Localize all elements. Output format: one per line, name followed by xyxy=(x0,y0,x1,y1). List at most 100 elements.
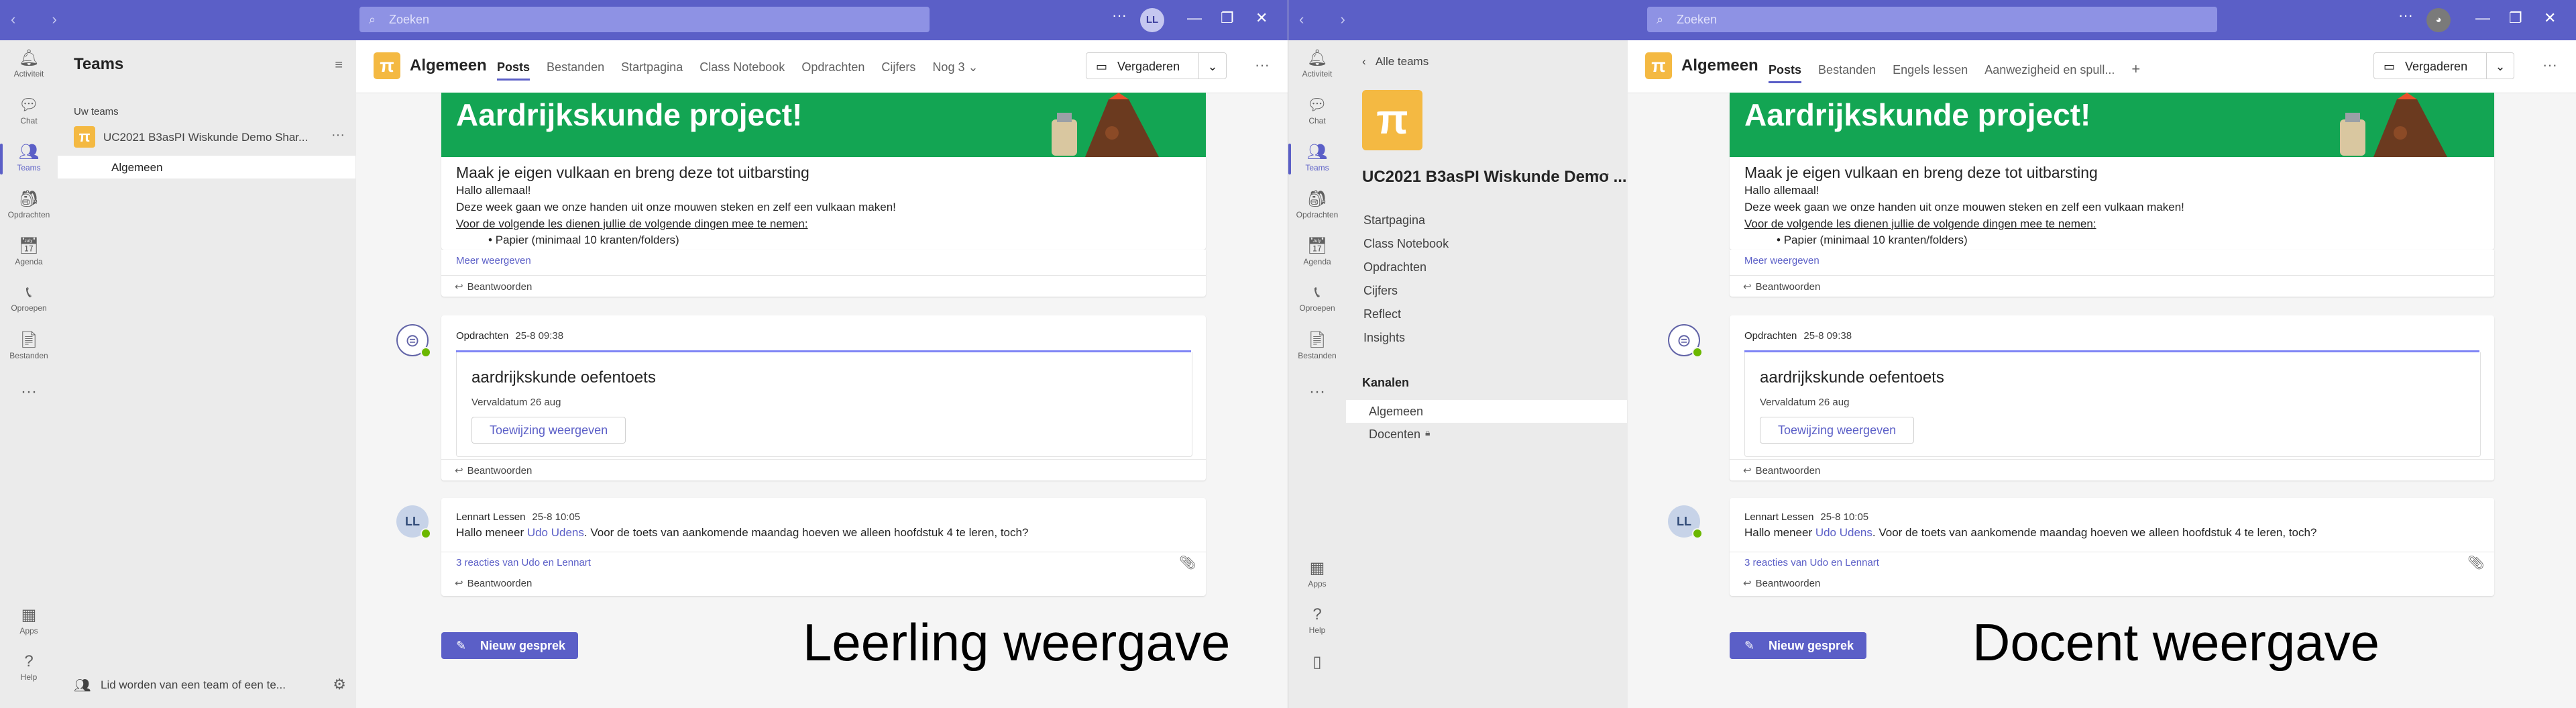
rail-item-oproepen[interactable]: 📞︎ Oproepen xyxy=(0,283,58,313)
tab-engels-lessen[interactable]: Engels lessen xyxy=(1893,63,1968,77)
reactions-link[interactable]: 3 reacties van Udo en Lennart xyxy=(1744,557,1879,568)
mobile-device-icon[interactable]: ▯ xyxy=(1288,652,1346,672)
view-assignment-button[interactable]: Toewijzing weergeven xyxy=(1760,417,1915,444)
show-more-link[interactable]: Meer weergeven xyxy=(456,255,531,266)
team-nav-cijfers[interactable]: Cijfers xyxy=(1363,284,1398,298)
settings-gear-icon[interactable]: ⚙ xyxy=(333,676,346,693)
restore-icon[interactable]: ❐ xyxy=(2509,9,2522,27)
rail-item-agenda[interactable]: 📅︎ Agenda xyxy=(1288,236,1346,266)
rail-more-apps[interactable]: ··· xyxy=(0,383,58,401)
reply-button[interactable]: ↩ Beantwoorden xyxy=(455,464,532,476)
rail-item-teams[interactable]: 👥︎ Teams xyxy=(1288,142,1346,174)
rail-item-teams[interactable]: 👥︎ Teams xyxy=(0,142,58,174)
reply-icon: ↩ xyxy=(1743,465,1752,476)
tab-posts[interactable]: Posts xyxy=(497,60,530,81)
rail-item-oproepen[interactable]: 📞︎ Oproepen xyxy=(1288,283,1346,313)
tab-aanwezigheid[interactable]: Aanwezigheid en spull... xyxy=(1984,63,2115,77)
paperclip-icon[interactable]: 📎︎ xyxy=(1179,554,1196,571)
rail-item-bestanden[interactable]: 📄︎ Bestanden xyxy=(1288,330,1346,360)
team-nav-opdrachten[interactable]: Opdrachten xyxy=(1363,260,1426,274)
rail-item-chat[interactable]: 💬︎ Chat xyxy=(1288,95,1346,125)
rail-item-agenda[interactable]: 📅︎ Agenda xyxy=(0,236,58,266)
team-more-icon[interactable]: ··· xyxy=(1595,165,1610,183)
rail-item-bestanden[interactable]: 📄︎ Bestanden xyxy=(0,330,58,360)
view-assignment-button[interactable]: Toewijzing weergeven xyxy=(471,417,626,444)
tab-posts[interactable]: Posts xyxy=(1769,63,1802,83)
tab-bestanden[interactable]: Bestanden xyxy=(1818,63,1876,77)
chevron-down-icon[interactable]: ⌄ xyxy=(1198,53,1226,79)
team-nav-class-notebook[interactable]: Class Notebook xyxy=(1363,237,1449,251)
meet-button[interactable]: ▭ Vergaderen ⌄ xyxy=(1086,52,1227,79)
search-box[interactable]: ⌕ Zoeken xyxy=(359,7,930,32)
mention-link[interactable]: Udo Udens xyxy=(527,526,584,539)
tab-opdrachten[interactable]: Opdrachten xyxy=(801,60,864,74)
more-options-icon[interactable]: ··· xyxy=(2398,7,2413,24)
assignment-title: aardrijkskunde oefentoets xyxy=(471,368,656,387)
post-bullet: • Papier (minimaal 10 kranten/folders) xyxy=(1777,234,1968,246)
tab-startpagina[interactable]: Startpagina xyxy=(621,60,683,74)
rail-item-opdrachten[interactable]: 🎒︎ Opdrachten xyxy=(0,189,58,219)
tab-more[interactable]: Nog 3 ⌄ xyxy=(932,60,978,74)
close-icon[interactable]: ✕ xyxy=(1255,9,1268,27)
team-nav-insights[interactable]: Insights xyxy=(1363,331,1405,345)
channel-item-algemeen[interactable]: Algemeen xyxy=(1346,400,1627,423)
back-to-all-teams[interactable]: ‹ Alle teams xyxy=(1362,55,1429,68)
search-box[interactable]: ⌕ Zoeken xyxy=(1647,7,2217,32)
tab-cijfers[interactable]: Cijfers xyxy=(881,60,915,74)
rail-item-opdrachten[interactable]: 🎒︎ Opdrachten xyxy=(1288,189,1346,219)
tab-bestanden[interactable]: Bestanden xyxy=(547,60,604,74)
rail-item-apps[interactable]: ▦ Apps xyxy=(1288,558,1346,589)
team-item[interactable]: π UC2021 B3asPI Wiskunde Demo Shar... ··… xyxy=(74,126,349,149)
history-arrows[interactable]: ‹ › xyxy=(1299,11,1361,28)
chevron-down-icon[interactable]: ⌄ xyxy=(2486,53,2514,79)
filter-icon[interactable]: ≡ xyxy=(335,58,343,73)
teams-heading: Teams xyxy=(74,55,124,73)
rail-item-chat[interactable]: 💬︎ Chat xyxy=(0,95,58,125)
rail-item-activiteit[interactable]: 🔔︎ Activiteit xyxy=(1288,48,1346,79)
search-icon: ⌕ xyxy=(1657,13,1664,26)
paperclip-icon[interactable]: 📎︎ xyxy=(2467,554,2484,571)
reply-button[interactable]: ↩ Beantwoorden xyxy=(1743,577,1820,589)
rail-item-apps[interactable]: ▦ Apps xyxy=(0,605,58,636)
reply-button[interactable]: ↩ Beantwoorden xyxy=(1743,281,1820,293)
history-arrows[interactable]: ‹ › xyxy=(11,11,73,28)
reactions-link[interactable]: 3 reacties van Udo en Lennart xyxy=(456,557,591,568)
title-bar: ‹ › ⌕ Zoeken ··· ◕ — ❐ ✕ xyxy=(1288,0,2576,40)
rail-item-help[interactable]: ? Help xyxy=(0,652,58,682)
profile-avatar[interactable]: LL xyxy=(1140,8,1164,32)
close-icon[interactable]: ✕ xyxy=(2544,9,2556,27)
bell-icon: 🔔︎ xyxy=(18,49,40,67)
presence-dot xyxy=(1692,528,1703,539)
channel-item-algemeen[interactable]: Algemeen xyxy=(58,156,355,179)
reply-button[interactable]: ↩ Beantwoorden xyxy=(455,577,532,589)
rail-item-help[interactable]: ? Help xyxy=(1288,605,1346,635)
mention-link[interactable]: Udo Udens xyxy=(1815,526,1872,539)
reply-button[interactable]: ↩ Beantwoorden xyxy=(455,281,532,293)
rail-item-activiteit[interactable]: 🔔︎ Activiteit xyxy=(0,48,58,79)
reply-button[interactable]: ↩ Beantwoorden xyxy=(1743,464,1820,476)
header-more-icon[interactable]: ··· xyxy=(2542,56,2557,74)
team-nav-reflect[interactable]: Reflect xyxy=(1363,307,1401,321)
more-options-icon[interactable]: ··· xyxy=(1112,7,1127,24)
minimize-icon[interactable]: — xyxy=(2475,9,2490,27)
new-conversation-button[interactable]: ✎ Nieuw gesprek xyxy=(1730,632,1866,659)
student-view-panel: ‹ › ⌕ Zoeken ··· LL — ❐ ✕ 🔔︎ Activiteit 💬… xyxy=(0,0,1288,708)
new-conversation-button[interactable]: ✎ Nieuw gesprek xyxy=(441,632,578,659)
channel-item-docenten[interactable]: Docenten 🔒︎ xyxy=(1346,423,1627,446)
team-more-icon[interactable]: ··· xyxy=(331,128,345,143)
channel-header: π Algemeen Posts Bestanden Engels lessen… xyxy=(1628,40,2576,93)
rail-more-apps[interactable]: ··· xyxy=(1288,383,1346,401)
restore-icon[interactable]: ❐ xyxy=(1221,9,1234,27)
meet-button[interactable]: ▭ Vergaderen ⌄ xyxy=(2373,52,2514,79)
add-tab-icon[interactable]: + xyxy=(2131,60,2140,78)
profile-avatar[interactable]: ◕ xyxy=(2426,8,2451,32)
banner-title: Aardrijkskunde project! xyxy=(456,97,803,132)
post-line-2: Deze week gaan we onze handen uit onze m… xyxy=(456,201,896,213)
header-more-icon[interactable]: ··· xyxy=(1255,56,1270,74)
join-team-row[interactable]: 👥︎ Lid worden van een team of een te... … xyxy=(74,672,349,699)
tab-class-notebook[interactable]: Class Notebook xyxy=(699,60,785,74)
show-more-link[interactable]: Meer weergeven xyxy=(1744,255,1819,266)
minimize-icon[interactable]: — xyxy=(1187,9,1202,27)
team-nav-startpagina[interactable]: Startpagina xyxy=(1363,213,1425,227)
channel-tabs: Posts Bestanden Startpagina Class Notebo… xyxy=(497,60,992,81)
